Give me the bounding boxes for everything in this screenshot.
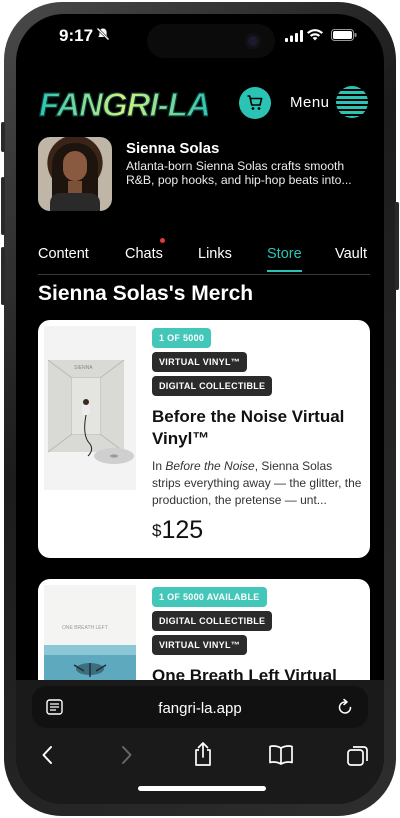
app-header: FANGRI-LA Menu (16, 74, 384, 134)
phone-frame: 9:17 FANGRI-LA Menu Sienna Solas Atlanta… (1, 2, 399, 816)
camera-lens (245, 33, 261, 49)
url-field[interactable]: fangri-la.app (32, 686, 368, 728)
section-title: Sienna Solas's Merch (38, 282, 254, 305)
svg-text:SIENNA: SIENNA (74, 365, 93, 371)
menu-label[interactable]: Menu (290, 94, 330, 111)
product-badges: 1 OF 5000 VIRTUAL VINYL™ DIGITAL COLLECT… (152, 328, 273, 400)
tab-content[interactable]: Content (38, 246, 89, 262)
wifi-icon (307, 29, 323, 41)
action-button (1, 122, 5, 152)
cellular-signal-icon (285, 30, 303, 42)
tab-vault[interactable]: Vault (335, 246, 367, 262)
tab-links[interactable]: Links (198, 246, 232, 262)
tab-store[interactable]: Store (267, 246, 302, 272)
fangri-la-logo[interactable]: FANGRI-LA (36, 82, 208, 124)
avatar-face (63, 151, 87, 181)
product-title[interactable]: Before the Noise Virtual Vinyl™ (152, 406, 362, 450)
battery-icon (331, 29, 357, 41)
type-badge: VIRTUAL VINYL™ (152, 352, 248, 372)
forward-icon[interactable] (118, 744, 134, 766)
artist-name: Sienna Solas (126, 140, 220, 157)
type-badge: VIRTUAL VINYL™ (152, 635, 248, 655)
home-indicator (138, 786, 266, 791)
reload-icon[interactable] (337, 698, 354, 716)
edition-badge: 1 OF 5000 (152, 328, 212, 348)
status-time: 9:17 (59, 26, 94, 45)
volume-up-button (1, 177, 5, 235)
price-amount: 125 (161, 516, 204, 544)
volume-down-button (1, 247, 5, 305)
category-badge: DIGITAL COLLECTIBLE (152, 611, 273, 631)
status-bar: 9:17 (16, 14, 384, 58)
bell-muted-icon (96, 27, 110, 41)
artist-avatar[interactable] (38, 137, 112, 211)
description-prefix: In (152, 459, 166, 473)
cart-button[interactable] (239, 87, 271, 119)
product-image: SIENNA (44, 326, 136, 490)
description-album-name: Before the Noise (165, 459, 255, 473)
edition-badge: 1 OF 5000 AVAILABLE (152, 587, 267, 607)
chats-notification-dot (160, 238, 165, 243)
product-description: In Before the Noise, Sienna Solas strips… (152, 458, 364, 509)
profile-tabs: Content Chats Links Store Vault (38, 236, 370, 275)
share-icon[interactable] (192, 741, 214, 767)
url-text: fangri-la.app (158, 700, 242, 717)
screen: 9:17 FANGRI-LA Menu Sienna Solas Atlanta… (16, 14, 384, 804)
bookmarks-icon[interactable] (268, 744, 294, 766)
back-icon[interactable] (40, 744, 56, 766)
menu-button[interactable] (336, 86, 368, 118)
browser-address-bar: fangri-la.app (16, 680, 384, 736)
dynamic-island (147, 24, 275, 58)
logo-text: FANGRI-LA (39, 86, 208, 123)
avatar-shirt (50, 193, 100, 211)
artist-profile: Sienna Solas Atlanta-born Sienna Solas c… (38, 137, 370, 215)
product-badges: 1 OF 5000 AVAILABLE DIGITAL COLLECTIBLE … (152, 587, 273, 659)
cart-icon (247, 95, 263, 110)
category-badge: DIGITAL COLLECTIBLE (152, 376, 273, 396)
album-cover-art: SIENNA (44, 326, 136, 490)
tabs-icon[interactable] (346, 744, 370, 768)
artist-bio[interactable]: Atlanta-born Sienna Solas crafts smooth … (126, 159, 371, 187)
svg-text:ONE BREATH LEFT: ONE BREATH LEFT (62, 625, 108, 631)
tab-chats[interactable]: Chats (125, 246, 163, 262)
product-price: $125 (152, 516, 203, 545)
browser-toolbar (16, 736, 384, 804)
power-button (395, 202, 399, 290)
product-card[interactable]: SIENNA 1 OF 5000 VIRTUAL VINYL™ DIGITAL … (38, 320, 370, 558)
